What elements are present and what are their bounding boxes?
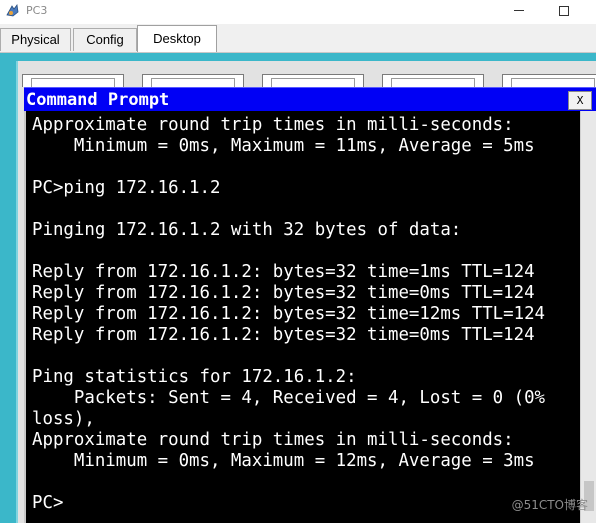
console-line: Reply from 172.16.1.2: bytes=32 time=0ms… [32, 325, 535, 345]
console-line: Approximate round trip times in milli-se… [32, 430, 514, 450]
maximize-icon [559, 5, 569, 16]
desktop-app-icon[interactable] [382, 74, 484, 88]
command-prompt-titlebar: Command Prompt X [24, 87, 596, 112]
maximize-button[interactable] [541, 0, 587, 22]
window-title: PC3 [26, 4, 48, 17]
window-titlebar: PC3 [0, 0, 596, 24]
command-prompt-title: Command Prompt [26, 90, 170, 110]
minimize-button[interactable] [496, 0, 542, 22]
minimize-icon [514, 10, 524, 11]
console-line: Minimum = 0ms, Maximum = 11ms, Average =… [32, 136, 535, 156]
console-output: Approximate round trip times in milli-se… [32, 115, 582, 514]
close-button[interactable]: X [568, 91, 592, 110]
tab-physical[interactable]: Physical [0, 28, 71, 51]
console-line: Reply from 172.16.1.2: bytes=32 time=1ms… [32, 262, 535, 282]
tab-desktop[interactable]: Desktop [137, 25, 217, 52]
device-tabs: Physical Config Desktop [0, 24, 596, 53]
console-line: Pinging 172.16.1.2 with 32 bytes of data… [32, 220, 462, 240]
console-scrollbar[interactable] [580, 111, 596, 523]
watermark: @51CTO博客 [511, 498, 588, 512]
console-line: Ping statistics for 172.16.1.2: [32, 367, 357, 387]
command-prompt-console[interactable]: Approximate round trip times in milli-se… [24, 111, 582, 523]
console-line: Minimum = 0ms, Maximum = 12ms, Average =… [32, 451, 535, 471]
desktop-app-icon[interactable] [22, 74, 124, 88]
console-line: PC> [32, 493, 64, 513]
desktop-app-icon[interactable] [502, 74, 596, 88]
desktop-app-icon[interactable] [142, 74, 244, 88]
console-line: Reply from 172.16.1.2: bytes=32 time=12m… [32, 304, 546, 324]
console-line: PC>ping 172.16.1.2 [32, 178, 221, 198]
desktop-app-icon[interactable] [262, 74, 364, 88]
console-line: loss), [32, 409, 95, 429]
console-line: Reply from 172.16.1.2: bytes=32 time=0ms… [32, 283, 535, 303]
console-line: Packets: Sent = 4, Received = 4, Lost = … [32, 388, 546, 408]
tab-config[interactable]: Config [73, 28, 137, 51]
console-line: Approximate round trip times in milli-se… [32, 115, 514, 135]
packet-tracer-app-icon [6, 3, 19, 17]
